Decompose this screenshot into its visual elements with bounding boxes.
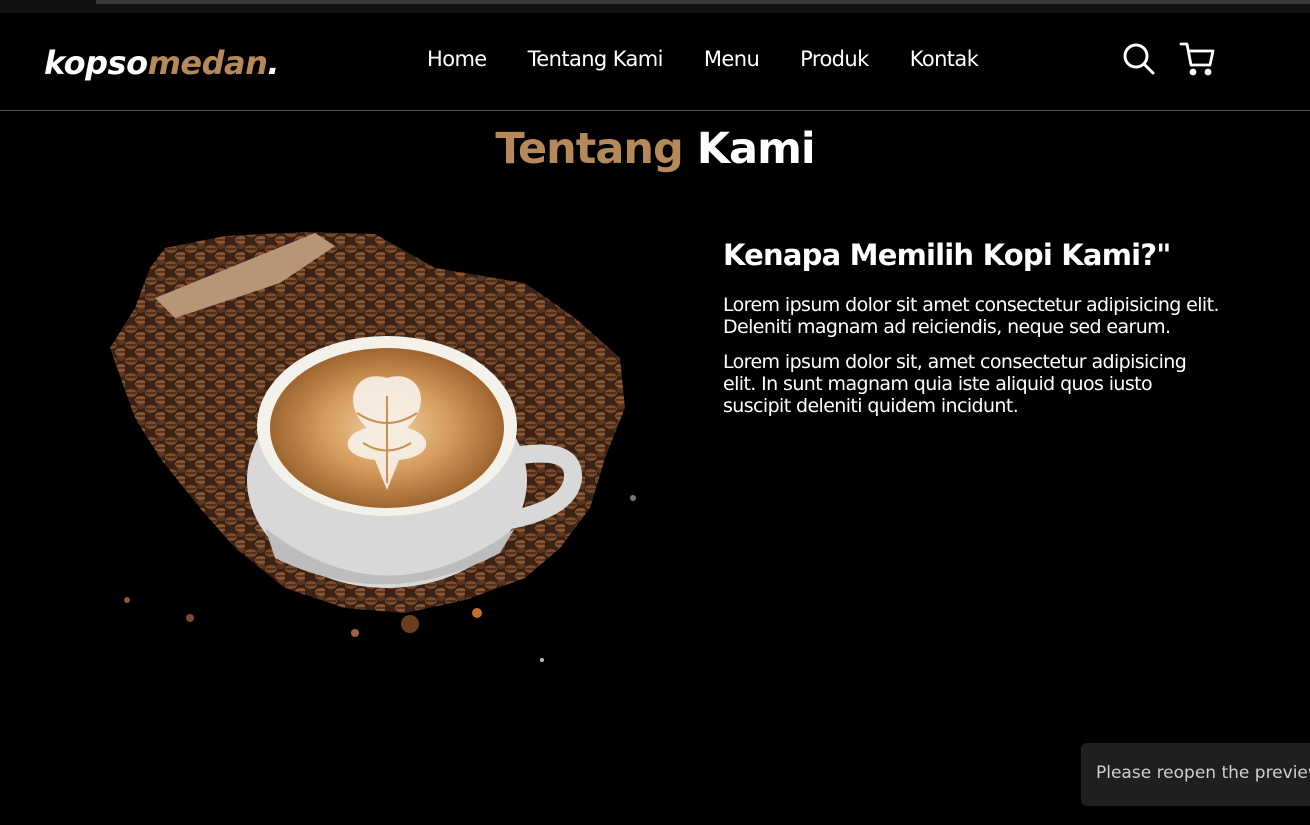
- nav-produk[interactable]: Produk: [800, 43, 869, 75]
- preview-toast[interactable]: Please reopen the preview.: [1081, 743, 1310, 806]
- logo[interactable]: kopsomedan.: [44, 43, 280, 83]
- section-title: Tentang Kami: [0, 121, 1310, 177]
- logo-part-2: medan: [147, 44, 268, 82]
- shopping-cart-icon[interactable]: [1179, 41, 1215, 77]
- about-paragraph-1: Lorem ipsum dolor sit amet consectetur a…: [723, 294, 1220, 338]
- about-content: Kenapa Memilih Kopi Kami?" Lorem ipsum d…: [723, 236, 1223, 430]
- nav-kontak[interactable]: Kontak: [910, 43, 979, 75]
- main-nav: Home Tentang Kami Menu Produk Kontak: [427, 43, 1019, 75]
- coffee-image: [105, 228, 650, 673]
- title-main: Kami: [696, 124, 816, 174]
- nav-home[interactable]: Home: [427, 43, 487, 75]
- search-icon[interactable]: [1121, 41, 1157, 77]
- nav-menu[interactable]: Menu: [704, 43, 760, 75]
- about-heading: Kenapa Memilih Kopi Kami?": [723, 238, 1171, 272]
- logo-part-1: kopso: [44, 44, 148, 82]
- logo-dot: .: [267, 44, 280, 82]
- nav-tentang-kami[interactable]: Tentang Kami: [528, 43, 664, 75]
- browser-scroll-bar: [96, 0, 1310, 4]
- browser-top-strip: [0, 0, 1310, 13]
- about-paragraph-2: Lorem ipsum dolor sit, amet consectetur …: [723, 351, 1187, 417]
- title-accent: Tentang: [495, 124, 683, 174]
- site-header: kopsomedan. Home Tentang Kami Menu Produ…: [0, 13, 1310, 111]
- toast-message: Please reopen the preview.: [1096, 763, 1310, 783]
